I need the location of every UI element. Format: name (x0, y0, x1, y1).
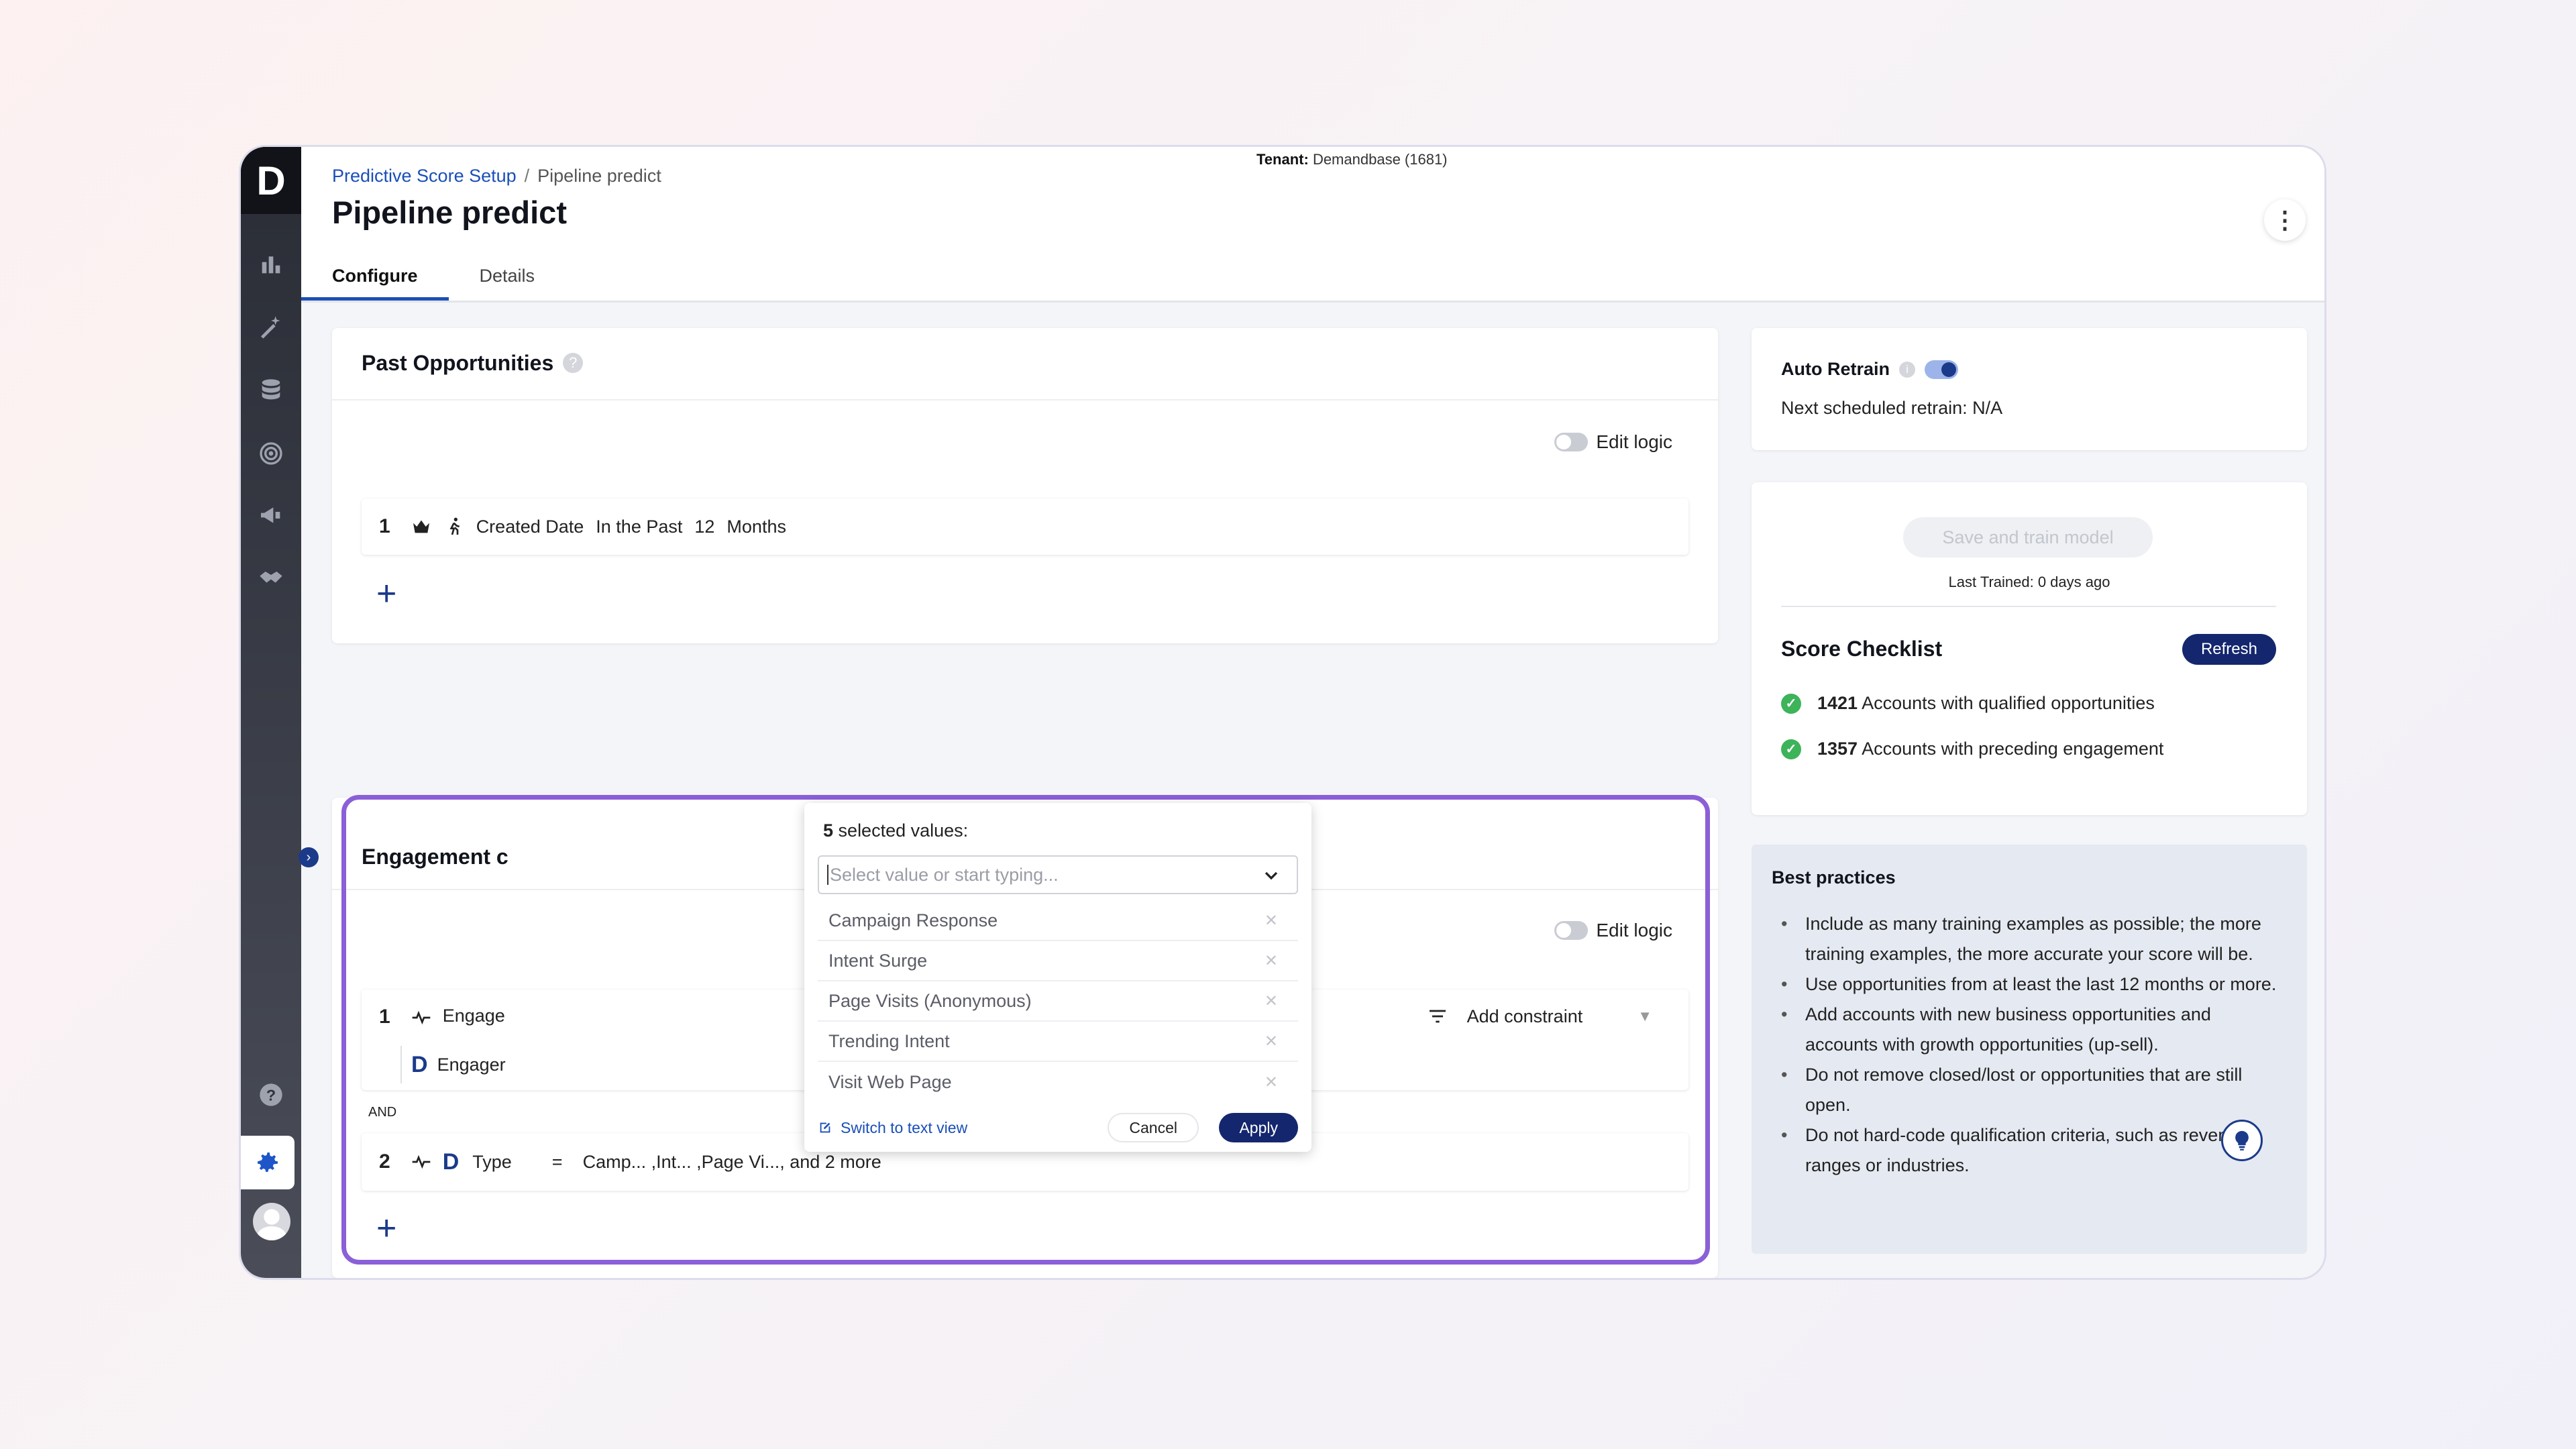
best-practices-list: Include as many training examples as pos… (1772, 909, 2282, 1181)
database-icon[interactable] (256, 375, 286, 406)
selected-count-label: 5 selected values: (823, 820, 969, 841)
remove-icon[interactable]: ✕ (1265, 911, 1278, 930)
page-title: Pipeline predict (332, 195, 567, 230)
user-avatar-icon[interactable] (253, 1203, 290, 1240)
person-walking-icon (443, 515, 467, 539)
tab-bar: Configure Details (301, 254, 566, 301)
tab-details[interactable]: Details (449, 254, 566, 301)
lightbulb-icon[interactable] (2221, 1120, 2263, 1161)
divider (1781, 606, 2276, 607)
search-placeholder: Select value or start typing... (830, 864, 1059, 885)
auto-retrain-toggle[interactable] (1925, 360, 1958, 379)
auto-retrain-card: Auto Retrain i Next scheduled retrain: N… (1752, 328, 2307, 450)
value-search-input[interactable]: Select value or start typing... (818, 855, 1298, 894)
remove-icon[interactable]: ✕ (1265, 1032, 1278, 1051)
list-item: Add accounts with new business opportuni… (1772, 1000, 2282, 1060)
edit-icon (820, 1122, 830, 1133)
remove-icon[interactable]: ✕ (1265, 991, 1278, 1011)
refresh-button[interactable]: Refresh (2182, 634, 2276, 665)
list-item[interactable]: Intent Surge ✕ (818, 941, 1298, 981)
svg-text:?: ? (266, 1086, 276, 1104)
list-item: Do not remove closed/lost or opportuniti… (1772, 1060, 2282, 1120)
add-row-button[interactable]: + (376, 574, 396, 614)
edit-logic-toggle-row[interactable]: Edit logic (1554, 431, 1672, 453)
best-practices-panel: Best practices Include as many training … (1752, 845, 2307, 1254)
question-mark-icon[interactable]: ? (563, 353, 584, 373)
tenant-label: Tenant: Demandbase (1681) (1256, 151, 1448, 168)
main-content: Tenant: Demandbase (1681) Predictive Sco… (299, 147, 2324, 1278)
next-retrain-text: Next scheduled retrain: N/A (1781, 398, 2003, 418)
past-opportunities-card: Past Opportunities? Edit logic 1 Created… (332, 328, 1718, 643)
selected-values-list: Campaign Response ✕ Intent Surge ✕ Page Vi… (818, 901, 1298, 1102)
more-options-button[interactable]: ⋮ (2264, 199, 2306, 241)
remove-icon[interactable]: ✕ (1265, 1073, 1278, 1092)
target-icon[interactable] (256, 438, 286, 469)
list-item: Use opportunities from at least the last… (1772, 969, 2282, 1000)
help-icon[interactable]: ? (256, 1079, 286, 1110)
best-practices-title: Best practices (1772, 867, 1896, 888)
field-label: Created Date (476, 516, 584, 537)
value-label: 12 (694, 516, 715, 537)
handshake-icon[interactable] (256, 563, 286, 594)
logic-row-1[interactable]: 1 Created Date In the Past 12 Months (362, 498, 1688, 555)
check-circle-icon: ✓ (1781, 693, 1801, 714)
list-item: Include as many training examples as pos… (1772, 909, 2282, 969)
auto-retrain-label: Auto Retrain (1781, 359, 1890, 379)
tab-configure[interactable]: Configure (301, 254, 449, 301)
operator-label: In the Past (596, 516, 683, 537)
breadcrumb-current: Pipeline predict (537, 166, 661, 186)
demandbase-logo[interactable]: D (241, 147, 301, 214)
edit-logic-toggle[interactable] (1554, 433, 1589, 451)
bar-chart-icon[interactable] (256, 249, 286, 280)
unit-label: Months (727, 516, 786, 537)
last-trained-text: Last Trained: 0 days ago (1948, 574, 2110, 590)
divider (332, 399, 1718, 400)
row-number: 1 (379, 515, 390, 537)
megaphone-icon[interactable] (256, 500, 286, 531)
chevron-right-icon[interactable]: › (299, 847, 319, 867)
chevron-down-icon[interactable] (1260, 865, 1282, 886)
list-item[interactable]: Trending Intent ✕ (818, 1022, 1298, 1062)
app-window: D ? Tenant: Demandbase (1681) Predictive… (239, 145, 2326, 1280)
page-header: Tenant: Demandbase (1681) Predictive Sco… (301, 147, 2324, 303)
edit-logic-label: Edit logic (1596, 431, 1672, 452)
auto-retrain-row: Auto Retrain i (1781, 359, 1958, 380)
crown-icon (409, 515, 433, 539)
list-item[interactable]: Visit Web Page ✕ (818, 1062, 1298, 1102)
breadcrumb-parent-link[interactable]: Predictive Score Setup (332, 166, 517, 186)
past-opportunities-title: Past Opportunities (362, 351, 554, 375)
dropdown-footer: Switch to text view Cancel Apply (818, 1112, 1298, 1144)
past-opportunities-header: Past Opportunities? (362, 351, 584, 376)
sidebar: D ? (241, 147, 301, 1278)
apply-button[interactable]: Apply (1219, 1113, 1298, 1142)
info-icon[interactable]: i (1899, 361, 1915, 378)
magic-wand-icon[interactable] (256, 312, 286, 343)
list-item: Do not hard-code qualification criteria,… (1772, 1120, 2282, 1181)
switch-to-text-view-link[interactable]: Switch to text view (818, 1119, 967, 1137)
settings-icon[interactable] (241, 1136, 294, 1189)
list-item[interactable]: Page Visits (Anonymous) ✕ (818, 981, 1298, 1022)
checklist-item: ✓ 1421 Accounts with qualified opportuni… (1781, 693, 2155, 714)
list-item[interactable]: Campaign Response ✕ (818, 901, 1298, 941)
multi-select-dropdown: 5 selected values: Select value or start… (804, 803, 1311, 1152)
remove-icon[interactable]: ✕ (1265, 951, 1278, 971)
score-checklist-card: Save and train model Last Trained: 0 day… (1752, 482, 2307, 815)
score-checklist-title: Score Checklist (1781, 637, 1943, 661)
cancel-button[interactable]: Cancel (1108, 1113, 1199, 1142)
breadcrumb-separator: / (524, 166, 530, 186)
save-and-train-button[interactable]: Save and train model (1903, 517, 2153, 557)
breadcrumb: Predictive Score Setup / Pipeline predict (332, 166, 661, 186)
check-circle-icon: ✓ (1781, 739, 1801, 759)
checklist-item: ✓ 1357 Accounts with preceding engagemen… (1781, 739, 2163, 759)
